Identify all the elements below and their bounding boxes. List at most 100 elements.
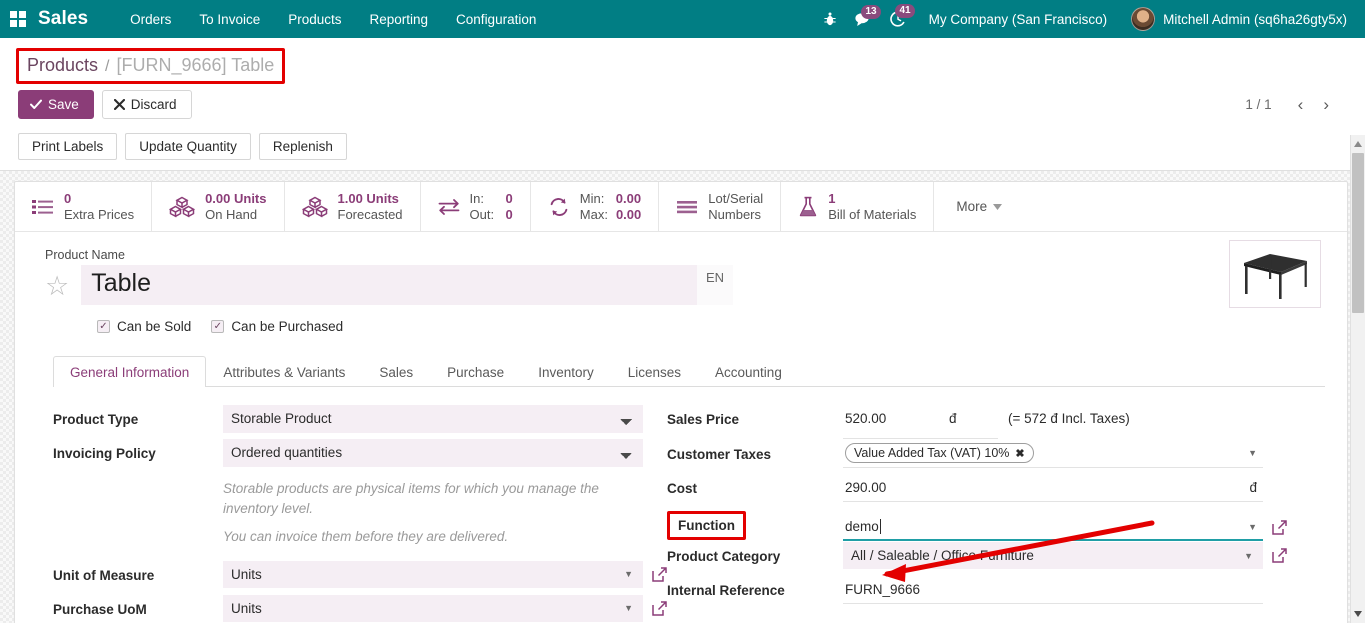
stat-more-dropdown[interactable]: More <box>938 182 1020 231</box>
internal-reference-input[interactable]: FURN_9666 <box>843 576 1263 604</box>
apps-grid-icon[interactable] <box>10 11 26 27</box>
menu-item-configuration[interactable]: Configuration <box>442 3 550 36</box>
product-category-input[interactable]: All / Saleable / Office Furniture ▼ <box>843 542 1263 569</box>
stat-button-forecasted[interactable]: 1.00 Units Forecasted <box>285 182 421 231</box>
save-button[interactable]: Save <box>18 90 94 119</box>
product-flags-row: ✓ Can be Sold ✓ Can be Purchased <box>97 319 1325 334</box>
unit-of-measure-internal-link-icon[interactable] <box>643 567 667 582</box>
language-badge-en[interactable]: EN <box>697 265 733 305</box>
cross-icon <box>114 99 125 110</box>
stat-text: 0.00 Units On Hand <box>205 191 266 222</box>
stat-value: 1.00 Units <box>338 191 403 206</box>
chevron-down-icon[interactable]: ▼ <box>620 569 637 579</box>
print-labels-button[interactable]: Print Labels <box>18 133 117 160</box>
menu-item-orders[interactable]: Orders <box>116 3 185 36</box>
stat-text: 1 Bill of Materials <box>828 191 916 222</box>
vertical-scrollbar[interactable] <box>1350 135 1365 623</box>
cost-input[interactable]: 290.00 đ <box>843 474 1263 502</box>
chevron-down-icon[interactable]: ▼ <box>1240 551 1257 561</box>
product-category-internal-link-icon[interactable] <box>1263 548 1287 563</box>
tag-remove-icon[interactable]: ✖ <box>1015 447 1024 460</box>
customer-taxes-control: Value Added Tax (VAT) 10% ✖ ▼ <box>843 440 1325 468</box>
update-quantity-button[interactable]: Update Quantity <box>125 133 251 160</box>
function-input[interactable]: demo ▼ <box>843 513 1263 541</box>
stat-button-in-out[interactable]: In: 0 Out: 0 <box>421 182 531 231</box>
record-buttons-row: Save Discard 1 / 1 ‹ › <box>0 88 1365 127</box>
invoicing-policy-select[interactable]: Ordered quantities Delivered quantities <box>223 439 643 467</box>
pager-previous-icon[interactable]: ‹ <box>1290 96 1312 113</box>
activities-icon[interactable]: 41 <box>881 7 915 31</box>
stat-label: On Hand <box>205 207 266 222</box>
tab-licenses[interactable]: Licenses <box>611 356 698 387</box>
customer-taxes-input[interactable]: Value Added Tax (VAT) 10% ✖ ▼ <box>843 440 1263 468</box>
company-switcher[interactable]: My Company (San Francisco) <box>915 8 1122 31</box>
bug-icon[interactable] <box>814 8 846 31</box>
top-navbar: Sales Orders To Invoice Products Reporti… <box>0 0 1365 38</box>
chevron-down-icon[interactable]: ▼ <box>1244 522 1261 532</box>
check-icon <box>30 99 42 110</box>
replenish-button[interactable]: Replenish <box>259 133 347 160</box>
product-type-help-text: Storable products are physical items for… <box>223 479 643 518</box>
menu-item-to-invoice[interactable]: To Invoice <box>185 3 274 36</box>
field-row-cost: Cost 290.00 đ <box>667 474 1325 507</box>
stat-button-lot-serial-numbers[interactable]: Lot/Serial Numbers <box>659 182 781 231</box>
favorite-star-icon[interactable]: ☆ <box>45 270 81 300</box>
purchase-uom-control: Units ▼ <box>223 595 667 622</box>
stat-button-bill-of-materials[interactable]: 1 Bill of Materials <box>781 182 934 231</box>
pager-counter[interactable]: 1 / 1 <box>1245 97 1271 112</box>
stat-button-extra-prices[interactable]: 0 Extra Prices <box>15 182 152 231</box>
tab-accounting[interactable]: Accounting <box>698 356 799 387</box>
sales-price-field[interactable]: đ <box>843 405 998 439</box>
can-be-purchased-checkbox[interactable]: ✓ Can be Purchased <box>211 319 343 334</box>
product-type-select[interactable]: Storable Product Consumable Service <box>223 405 643 433</box>
menu-item-products[interactable]: Products <box>274 3 355 36</box>
sales-price-input[interactable] <box>843 405 943 432</box>
discard-button[interactable]: Discard <box>102 90 192 119</box>
tax-tag-vat-10[interactable]: Value Added Tax (VAT) 10% ✖ <box>845 443 1034 463</box>
breadcrumb-root-products[interactable]: Products <box>27 55 98 76</box>
tab-attributes-variants[interactable]: Attributes & Variants <box>206 356 362 387</box>
messages-icon[interactable]: 13 <box>846 8 881 31</box>
tab-general-information[interactable]: General Information <box>53 356 206 387</box>
purchase-uom-input[interactable]: Units ▼ <box>223 595 643 622</box>
chevron-down-icon[interactable]: ▼ <box>620 603 637 613</box>
app-brand-sales[interactable]: Sales <box>38 8 88 30</box>
pager-next-icon[interactable]: › <box>1315 96 1337 113</box>
stat-text: In: 0 Out: 0 <box>470 191 513 222</box>
stat-button-min-max[interactable]: Min: 0.00 Max: 0.00 <box>531 182 659 231</box>
product-image[interactable] <box>1229 240 1321 308</box>
stat-in-value: 0 <box>506 191 513 206</box>
external-link-icon <box>1272 520 1287 535</box>
stat-min-label: Min: <box>580 191 608 206</box>
checkbox-check-icon: ✓ <box>97 320 110 333</box>
field-row-internal-reference: Internal Reference FURN_9666 <box>667 576 1325 609</box>
tax-tag-label: Value Added Tax (VAT) 10% <box>854 446 1009 460</box>
stat-button-on-hand[interactable]: 0.00 Units On Hand <box>152 182 284 231</box>
unit-of-measure-input[interactable]: Units ▼ <box>223 561 643 588</box>
help-spacer <box>53 473 223 480</box>
invoicing-policy-label: Invoicing Policy <box>53 439 223 461</box>
scroll-down-arrow-icon[interactable] <box>1354 611 1362 617</box>
stat-out-value: 0 <box>506 207 513 222</box>
product-type-control: Storable Product Consumable Service <box>223 405 667 433</box>
tab-sales[interactable]: Sales <box>362 356 430 387</box>
stat-text: Min: 0.00 Max: 0.00 <box>580 191 641 222</box>
field-row-product-type: Product Type Storable Product Consumable… <box>53 405 667 438</box>
chevron-down-icon[interactable]: ▼ <box>1244 448 1261 458</box>
scroll-up-arrow-icon[interactable] <box>1354 141 1362 147</box>
stat-value: 0.00 Units <box>205 191 266 206</box>
cost-label: Cost <box>667 474 843 496</box>
stat-out-row: Out: 0 <box>470 207 513 222</box>
scrollbar-thumb[interactable] <box>1352 153 1364 313</box>
field-row-product-type-help: Storable products are physical items for… <box>53 473 667 547</box>
product-name-input[interactable] <box>81 265 697 305</box>
tab-purchase[interactable]: Purchase <box>430 356 521 387</box>
breadcrumb-row: Products / [FURN_9666] Table <box>0 38 1365 88</box>
menu-item-reporting[interactable]: Reporting <box>356 3 443 36</box>
user-menu[interactable]: Mitchell Admin (sq6ha26gty5x) <box>1121 5 1351 33</box>
can-be-sold-checkbox[interactable]: ✓ Can be Sold <box>97 319 191 334</box>
tab-inventory[interactable]: Inventory <box>521 356 611 387</box>
sales-price-currency: đ <box>949 411 957 426</box>
purchase-uom-internal-link-icon[interactable] <box>643 601 667 616</box>
function-internal-link-icon[interactable] <box>1263 520 1287 535</box>
